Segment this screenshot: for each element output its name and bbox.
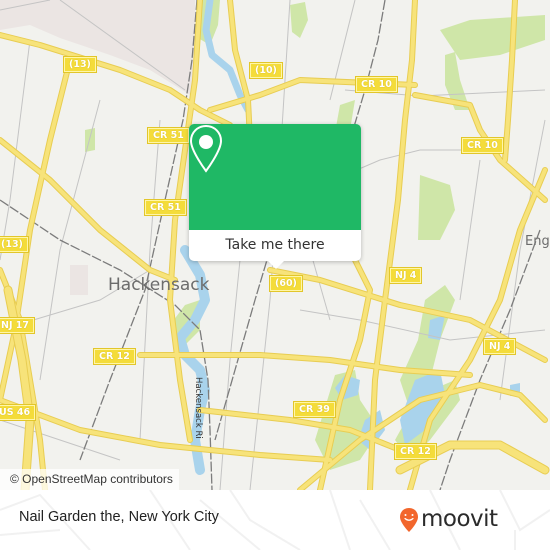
road-shield: CR 10 <box>355 76 398 93</box>
place-label-hackensack: Hackensack <box>108 275 210 295</box>
popup-pointer <box>268 261 284 269</box>
map-view[interactable]: Hackensack Eng Hackensack Ri (13) (10) C… <box>0 0 550 490</box>
road-shield: NJ 17 <box>0 317 36 334</box>
map-pin-icon <box>189 124 223 173</box>
road-shield: CR 51 <box>144 199 187 216</box>
road-shield: (13) <box>63 56 97 73</box>
road-shield: CR 10 <box>461 137 504 154</box>
river-label-hackensack: Hackensack Ri <box>193 377 203 439</box>
destination-popup[interactable]: Take me there <box>189 124 361 269</box>
road-shield: (60) <box>269 275 303 292</box>
moovit-logo[interactable]: moovit <box>399 504 498 536</box>
moovit-pin-icon <box>400 508 418 532</box>
moovit-wordmark: moovit <box>421 506 498 532</box>
footer-bar: Nail Garden the, New York City moovit <box>0 490 550 550</box>
road-shield: CR 51 <box>147 127 190 144</box>
road-shield: NJ 4 <box>388 267 423 284</box>
road-shield: (10) <box>249 62 283 79</box>
map-attribution[interactable]: © OpenStreetMap contributors <box>0 469 179 490</box>
road-shield: NJ 4 <box>482 338 517 355</box>
popup-header[interactable] <box>189 124 361 230</box>
place-label-englewood: Eng <box>525 234 550 249</box>
take-me-there-button[interactable]: Take me there <box>189 230 361 261</box>
road-shield: CR 12 <box>93 348 136 365</box>
place-name: Nail Garden the, New York City <box>19 509 219 525</box>
road-shield: US 46 <box>0 404 37 421</box>
road-shield: (13) <box>0 236 29 253</box>
road-shield: CR 39 <box>293 401 336 418</box>
road-shield: CR 12 <box>394 443 437 460</box>
